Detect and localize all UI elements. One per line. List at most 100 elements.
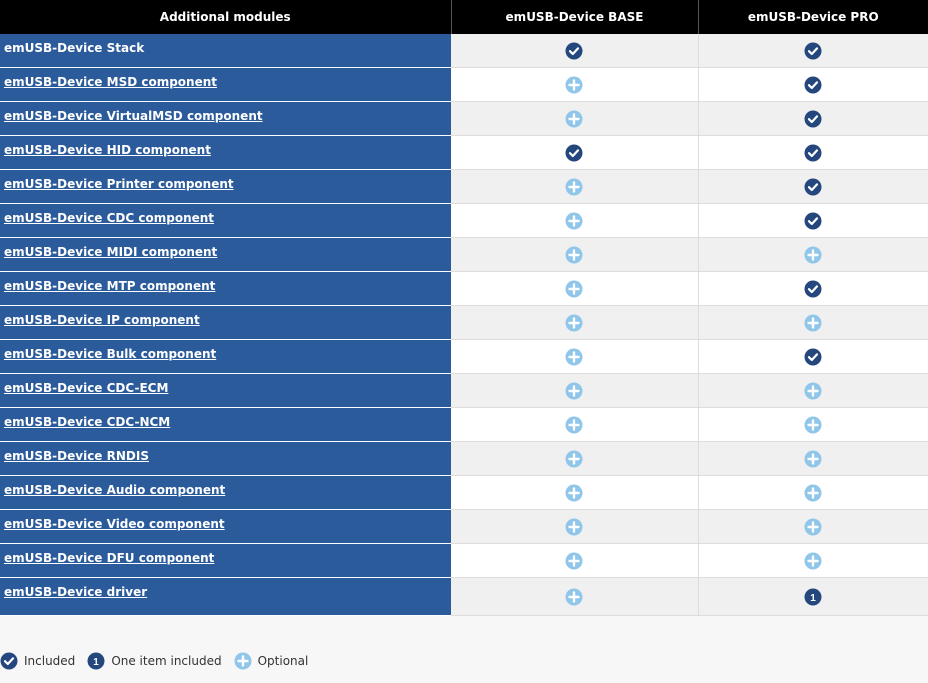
- pro-cell: [698, 34, 928, 68]
- legend-one-item: 1 One item included: [87, 652, 222, 670]
- legend: Included 1 One item included Optional: [0, 652, 320, 670]
- check-circle-icon: [804, 178, 822, 196]
- pro-cell: [698, 441, 928, 476]
- module-link[interactable]: emUSB-Device DFU component: [4, 551, 214, 565]
- module-link[interactable]: emUSB-Device MIDI component: [4, 245, 217, 259]
- plus-circle-icon: [804, 518, 822, 536]
- legend-included: Included: [0, 652, 75, 670]
- module-name-cell: emUSB-Device Printer component: [0, 169, 451, 204]
- legend-optional-label: Optional: [257, 654, 309, 668]
- module-name-cell: emUSB-Device CDC-ECM: [0, 373, 451, 408]
- module-name-cell: emUSB-Device VirtualMSD component: [0, 101, 451, 136]
- base-cell: [451, 407, 699, 442]
- module-link[interactable]: emUSB-Device VirtualMSD component: [4, 109, 263, 123]
- module-link[interactable]: emUSB-Device Video component: [4, 517, 225, 531]
- table-row: emUSB-Device HID component: [0, 135, 928, 170]
- module-link[interactable]: emUSB-Device CDC-ECM: [4, 381, 168, 395]
- module-name-cell: emUSB-Device MSD component: [0, 67, 451, 102]
- check-circle-icon: [565, 42, 583, 60]
- plus-circle-icon: [565, 280, 583, 298]
- plus-circle-icon: [804, 382, 822, 400]
- check-circle-icon: [0, 652, 18, 670]
- table-row: emUSB-Device Video component: [0, 509, 928, 544]
- comparison-table: Additional modules emUSB-Device BASE emU…: [0, 0, 928, 616]
- plus-circle-icon: [565, 382, 583, 400]
- module-name-cell: emUSB-Device Stack: [0, 34, 451, 68]
- plus-circle-icon: [565, 518, 583, 536]
- header-pro: emUSB-Device PRO: [698, 0, 928, 34]
- check-circle-icon: [565, 144, 583, 162]
- module-name-cell: emUSB-Device Bulk component: [0, 339, 451, 374]
- module-link[interactable]: emUSB-Device MTP component: [4, 279, 215, 293]
- table-row: emUSB-Device Printer component: [0, 169, 928, 204]
- pro-cell: [698, 373, 928, 408]
- base-cell: [451, 475, 699, 510]
- base-cell: [451, 339, 699, 374]
- pro-cell: [698, 407, 928, 442]
- plus-circle-icon: [804, 450, 822, 468]
- module-link[interactable]: emUSB-Device Audio component: [4, 483, 225, 497]
- plus-circle-icon: [565, 246, 583, 264]
- base-cell: [451, 135, 699, 170]
- module-name-cell: emUSB-Device CDC-NCM: [0, 407, 451, 442]
- plus-circle-icon: [565, 212, 583, 230]
- module-link[interactable]: emUSB-Device MSD component: [4, 75, 217, 89]
- base-cell: [451, 101, 699, 136]
- number-one-circle-icon: 1: [804, 588, 822, 606]
- table-row: emUSB-Device CDC-NCM: [0, 407, 928, 442]
- table-row: emUSB-Device CDC-ECM: [0, 373, 928, 408]
- module-name-cell: emUSB-Device CDC component: [0, 203, 451, 238]
- module-name-cell: emUSB-Device RNDIS: [0, 441, 451, 476]
- check-circle-icon: [804, 144, 822, 162]
- module-name-cell: emUSB-Device MTP component: [0, 271, 451, 306]
- pro-cell: [698, 169, 928, 204]
- table-row: emUSB-Device RNDIS: [0, 441, 928, 476]
- check-circle-icon: [804, 42, 822, 60]
- module-link[interactable]: emUSB-Device driver: [4, 585, 147, 599]
- base-cell: [451, 509, 699, 544]
- svg-text:1: 1: [810, 593, 816, 604]
- base-cell: [451, 34, 699, 68]
- plus-circle-icon: [804, 314, 822, 332]
- module-link[interactable]: emUSB-Device Bulk component: [4, 347, 216, 361]
- plus-circle-icon: [565, 484, 583, 502]
- base-cell: [451, 169, 699, 204]
- check-circle-icon: [804, 348, 822, 366]
- plus-circle-icon: [234, 652, 252, 670]
- pro-cell: [698, 509, 928, 544]
- base-cell: [451, 543, 699, 578]
- base-cell: [451, 373, 699, 408]
- pro-cell: 1: [698, 577, 928, 616]
- legend-optional: Optional: [234, 652, 309, 670]
- plus-circle-icon: [565, 450, 583, 468]
- base-cell: [451, 237, 699, 272]
- module-link[interactable]: emUSB-Device CDC-NCM: [4, 415, 170, 429]
- check-circle-icon: [804, 280, 822, 298]
- base-cell: [451, 67, 699, 102]
- module-link[interactable]: emUSB-Device Printer component: [4, 177, 234, 191]
- module-link[interactable]: emUSB-Device CDC component: [4, 211, 214, 225]
- plus-circle-icon: [804, 246, 822, 264]
- module-name-cell: emUSB-Device MIDI component: [0, 237, 451, 272]
- plus-circle-icon: [804, 552, 822, 570]
- module-link[interactable]: emUSB-Device RNDIS: [4, 449, 149, 463]
- table-row: emUSB-Device CDC component: [0, 203, 928, 238]
- module-name-cell: emUSB-Device DFU component: [0, 543, 451, 578]
- table-row: emUSB-Device IP component: [0, 305, 928, 340]
- module-link[interactable]: emUSB-Device Stack: [4, 41, 144, 55]
- plus-circle-icon: [565, 552, 583, 570]
- module-link[interactable]: emUSB-Device HID component: [4, 143, 211, 157]
- table-row: emUSB-Device MIDI component: [0, 237, 928, 272]
- base-cell: [451, 203, 699, 238]
- check-circle-icon: [804, 212, 822, 230]
- plus-circle-icon: [804, 416, 822, 434]
- pro-cell: [698, 67, 928, 102]
- plus-circle-icon: [565, 178, 583, 196]
- plus-circle-icon: [565, 110, 583, 128]
- pro-cell: [698, 305, 928, 340]
- module-name-cell: emUSB-Device Video component: [0, 509, 451, 544]
- check-circle-icon: [804, 76, 822, 94]
- module-name-cell: emUSB-Device driver: [0, 577, 451, 616]
- plus-circle-icon: [804, 484, 822, 502]
- module-link[interactable]: emUSB-Device IP component: [4, 313, 200, 327]
